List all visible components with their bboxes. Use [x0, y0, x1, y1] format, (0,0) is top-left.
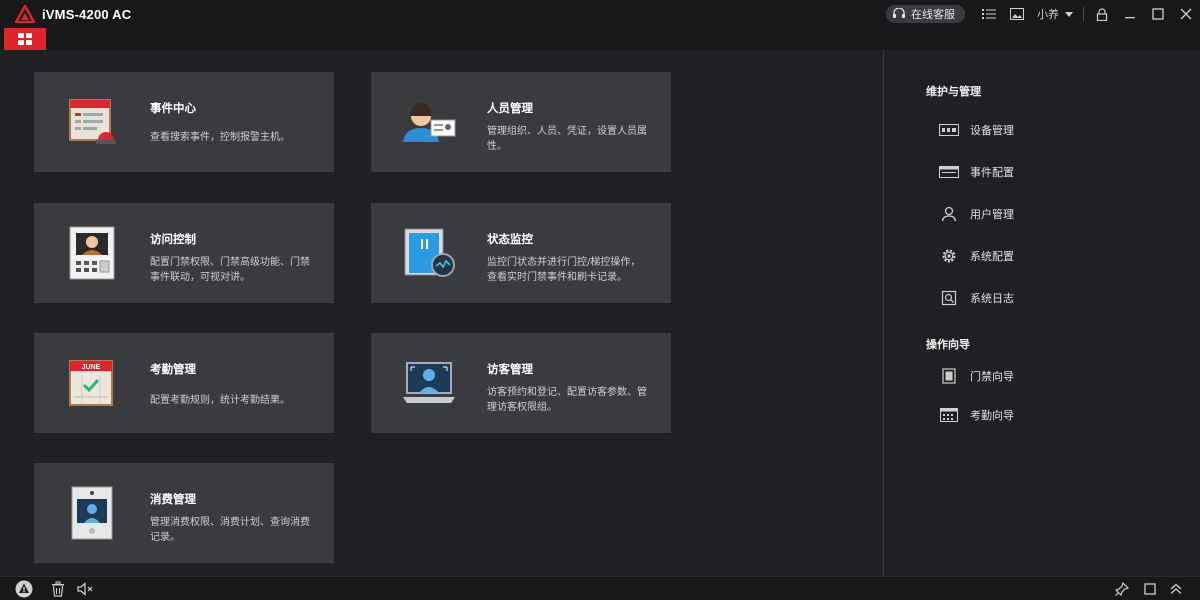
card-consumption[interactable]: 消费管理 管理消费权限、消费计划、查询消费记录。: [34, 463, 334, 563]
card-status-monitor[interactable]: 状态监控 监控门状态并进行门控/梯控操作，查看实时门禁事件和刷卡记录。: [371, 203, 671, 303]
lock-icon[interactable]: [1088, 0, 1116, 28]
app-title: iVMS-4200 AC: [42, 6, 132, 22]
section-title-guide: 操作向导: [926, 338, 970, 351]
card-title: 事件中心: [150, 101, 196, 115]
sidebar-item-user-management[interactable]: 用户管理: [938, 204, 1014, 224]
card-title: 状态监控: [487, 232, 533, 246]
event-center-icon: [64, 94, 120, 150]
sidebar-item-label: 系统配置: [970, 250, 1014, 263]
sidebar-item-label: 门禁向导: [970, 370, 1014, 383]
card-description: 监控门状态并进行门控/梯控操作，查看实时门禁事件和刷卡记录。: [487, 257, 641, 283]
image-icon[interactable]: [1003, 0, 1031, 28]
card-title: 消费管理: [150, 492, 196, 506]
sidebar-item-attendance-guide[interactable]: 考勤向导: [938, 405, 1014, 425]
sidebar-item-door-guide[interactable]: 门禁向导: [938, 366, 1014, 386]
calendar-icon: [938, 407, 960, 423]
main-content: 事件中心 查看搜索事件，控制报警主机。 人员管理 管理组织、人员、凭证，设置人员…: [0, 50, 882, 576]
maximize-icon[interactable]: [1144, 0, 1172, 28]
online-support-label: 在线客服: [911, 8, 955, 21]
close-icon[interactable]: [1172, 0, 1200, 28]
sidebar: 维护与管理 设备管理 事件配置 用户管理 系统配置 系统日志 操作向导 门禁向导…: [884, 50, 1200, 576]
chevron-up-icon[interactable]: [1166, 580, 1186, 598]
headset-icon: [893, 8, 905, 18]
title-bar: iVMS-4200 AC 在线客服 小养: [0, 0, 1200, 28]
titlebar-divider: [1083, 7, 1084, 21]
sidebar-item-system-config[interactable]: 系统配置: [938, 246, 1014, 266]
user-icon: [938, 206, 960, 222]
card-description: 访客预约和登记、配置访客参数、管理访客权限组。: [487, 387, 647, 413]
card-event-center[interactable]: 事件中心 查看搜索事件，控制报警主机。: [34, 72, 334, 172]
card-description: 查看搜索事件，控制报警主机。: [150, 132, 290, 143]
online-support-button[interactable]: 在线客服: [886, 5, 965, 23]
minimize-icon[interactable]: [1116, 0, 1144, 28]
sidebar-item-event-config[interactable]: 事件配置: [938, 162, 1014, 182]
card-person-management[interactable]: 人员管理 管理组织、人员、凭证，设置人员属性。: [371, 72, 671, 172]
list-icon[interactable]: [975, 0, 1003, 28]
card-attendance[interactable]: JUNE 考勤管理 配置考勤规则，统计考勤结果。: [34, 333, 334, 433]
section-title-maintenance: 维护与管理: [926, 85, 981, 98]
card-description: 管理组织、人员、凭证，设置人员属性。: [487, 126, 647, 152]
sidebar-item-label: 事件配置: [970, 166, 1014, 179]
person-management-icon: [401, 94, 457, 150]
door-icon: [938, 368, 960, 384]
sidebar-item-device-management[interactable]: 设备管理: [938, 120, 1014, 140]
status-bar: [0, 576, 1200, 600]
visitor-icon: [401, 355, 457, 411]
card-title: 访客管理: [487, 362, 533, 376]
home-tab[interactable]: [4, 28, 46, 50]
card-title: 访问控制: [150, 232, 196, 246]
card-description: 管理消费权限、消费计划、查询消费记录。: [150, 517, 310, 543]
sidebar-item-label: 用户管理: [970, 208, 1014, 221]
card-visitor[interactable]: 访客管理 访客预约和登记、配置访客参数、管理访客权限组。: [371, 333, 671, 433]
app-logo-icon: [14, 3, 36, 25]
card-title: 考勤管理: [150, 362, 196, 376]
attendance-icon: JUNE: [64, 355, 120, 411]
access-control-icon: [64, 225, 120, 281]
consumption-icon: [64, 485, 120, 541]
window-icon[interactable]: [1140, 580, 1160, 598]
status-monitor-icon: [401, 225, 457, 281]
sidebar-item-system-log[interactable]: 系统日志: [938, 288, 1014, 308]
card-access-control[interactable]: 访问控制 配置门禁权限、门禁高级功能、门禁事件联动，可视对讲。: [34, 203, 334, 303]
tab-strip: [0, 28, 1200, 50]
alarm-icon[interactable]: [14, 580, 34, 598]
trash-icon[interactable]: [48, 580, 68, 598]
log-icon: [938, 290, 960, 306]
card-description: 配置门禁权限、门禁高级功能、门禁事件联动，可视对讲。: [150, 257, 310, 283]
mute-icon[interactable]: [76, 580, 96, 598]
grid-icon: [18, 33, 32, 45]
event-config-icon: [938, 164, 960, 180]
sidebar-item-label: 系统日志: [970, 292, 1014, 305]
sidebar-item-label: 设备管理: [970, 124, 1014, 137]
card-title: 人员管理: [487, 101, 533, 115]
device-icon: [938, 122, 960, 138]
sidebar-item-label: 考勤向导: [970, 409, 1014, 422]
chevron-down-icon[interactable]: [1059, 0, 1079, 28]
card-description: 配置考勤规则，统计考勤结果。: [150, 395, 290, 406]
gear-icon: [938, 248, 960, 264]
pin-icon[interactable]: [1112, 580, 1132, 598]
user-name[interactable]: 小养: [1037, 6, 1059, 22]
calendar-month-label: JUNE: [82, 364, 101, 371]
